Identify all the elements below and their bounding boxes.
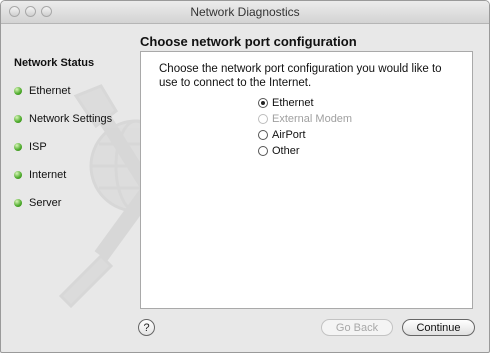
sidebar-item-network-settings: Network Settings	[14, 113, 112, 125]
sidebar-item-label: ISP	[29, 141, 47, 153]
window-title: Network Diagnostics	[190, 5, 300, 19]
radio-button-selected[interactable]	[258, 98, 268, 108]
help-button[interactable]: ?	[138, 319, 155, 336]
radio-label: Other	[272, 145, 300, 157]
sidebar-item-server: Server	[14, 197, 61, 209]
radio-button[interactable]	[258, 146, 268, 156]
continue-button[interactable]: Continue	[402, 319, 475, 336]
status-ok-icon	[14, 199, 22, 207]
content-panel: Choose the network port configuration yo…	[140, 51, 473, 309]
page-title: Choose network port configuration	[140, 34, 357, 49]
radio-button-disabled	[258, 114, 268, 124]
status-ok-icon	[14, 143, 22, 151]
go-back-button[interactable]: Go Back	[321, 319, 393, 336]
radio-label: Ethernet	[272, 97, 314, 109]
radio-option-ethernet[interactable]: Ethernet	[258, 97, 314, 109]
radio-option-airport[interactable]: AirPort	[258, 129, 306, 141]
sidebar-item-ethernet: Ethernet	[14, 85, 71, 97]
radio-button[interactable]	[258, 130, 268, 140]
status-ok-icon	[14, 171, 22, 179]
sidebar-item-label: Ethernet	[29, 85, 71, 97]
radio-option-other[interactable]: Other	[258, 145, 300, 157]
radio-option-external-modem: External Modem	[258, 113, 352, 125]
sidebar-item-label: Internet	[29, 169, 67, 181]
instruction-text: Choose the network port configuration yo…	[159, 63, 442, 89]
sidebar-item-internet: Internet	[14, 169, 66, 181]
status-ok-icon	[14, 87, 22, 95]
radio-label: AirPort	[272, 129, 306, 141]
sidebar-item-label: Network Settings	[29, 113, 113, 125]
radio-label: External Modem	[272, 113, 353, 125]
sidebar-item-label: Server	[29, 197, 62, 209]
sidebar-item-isp: ISP	[14, 141, 47, 153]
sidebar-heading: Network Status	[14, 57, 95, 69]
network-diagnostics-window: Network Diagnostics Network Status Ether…	[0, 0, 490, 353]
status-ok-icon	[14, 115, 22, 123]
title-bar: Network Diagnostics	[1, 1, 489, 24]
